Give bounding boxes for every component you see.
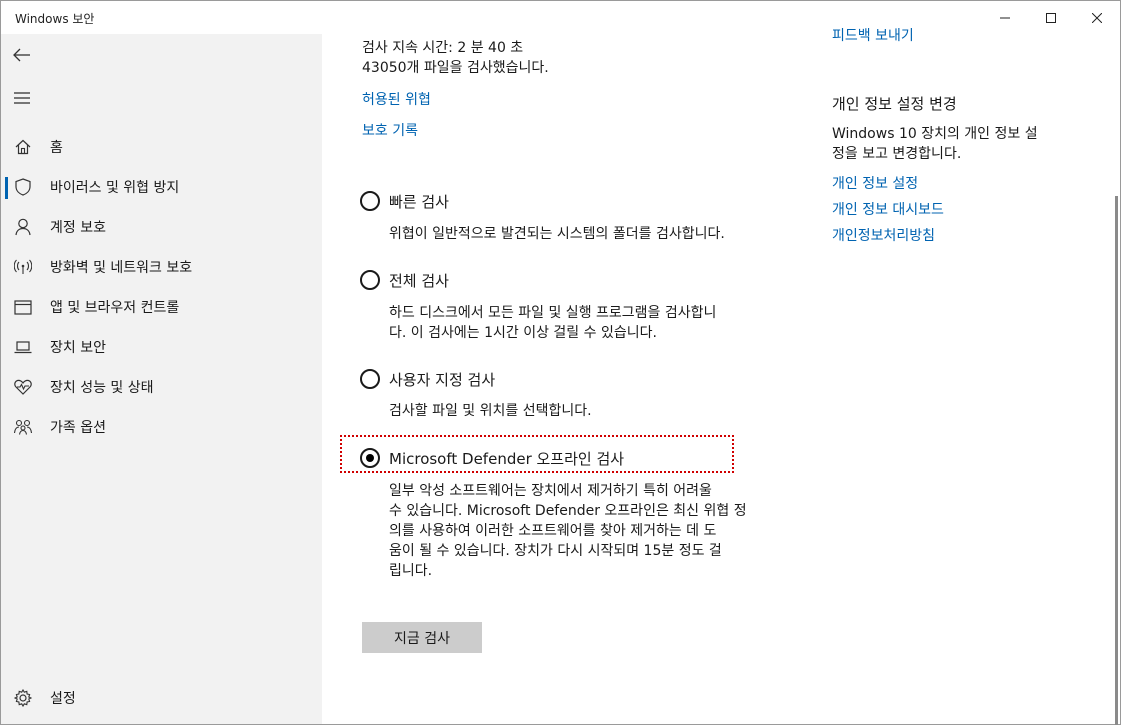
protection-history-link[interactable]: 보호 기록 (362, 120, 418, 140)
sidebar-item-app-browser-control[interactable]: 앱 및 브라우저 컨트롤 (1, 289, 322, 325)
browser-window-icon (13, 297, 33, 317)
sidebar-item-device-security[interactable]: 장치 보안 (1, 329, 322, 365)
sidebar-item-label: 방화벽 및 네트워크 보호 (50, 260, 193, 276)
scan-now-button[interactable]: 지금 검사 (362, 622, 482, 653)
family-icon (13, 417, 33, 437)
allowed-threats-link[interactable]: 허용된 위협 (362, 89, 431, 109)
windows-security-window: Windows 보안 홈 바이러스 및 위협 방지 계정 보호 방화벽 및 네트… (0, 0, 1121, 725)
offline-scan-description-line: 일부 악성 소프트웨어는 장치에서 제거하기 특히 어려울 (389, 483, 712, 499)
offline-scan-description-line: 의를 사용하여 이러한 소프트웨어를 찾아 제거하는 데 도 (389, 523, 717, 539)
heart-pulse-icon (13, 377, 33, 397)
offline-scan-option[interactable]: Microsoft Defender 오프라인 검사 (360, 446, 624, 470)
offline-scan-radio[interactable] (360, 448, 380, 468)
laptop-icon (13, 337, 33, 357)
sidebar-item-label: 바이러스 및 위협 방지 (50, 180, 180, 196)
back-arrow-icon (13, 48, 30, 62)
maximize-icon (1046, 12, 1056, 23)
feedback-link-clip: 피드백 보내기 (832, 22, 1102, 42)
custom-scan-label: 사용자 지정 검사 (389, 370, 496, 389)
sidebar-item-device-performance[interactable]: 장치 성능 및 상태 (1, 369, 322, 405)
sidebar-item-firewall[interactable]: 방화벽 및 네트워크 보호 (1, 249, 322, 285)
offline-scan-description-line: 수 있습니다. Microsoft Defender 오프라인은 최신 위협 정 (389, 503, 747, 519)
quick-scan-label: 빠른 검사 (389, 192, 449, 211)
files-scanned-text: 43050개 파일을 검사했습니다. (362, 60, 549, 76)
close-icon (1092, 12, 1102, 23)
home-icon (13, 137, 33, 157)
privacy-description-line: Windows 10 장치의 개인 정보 설 (832, 126, 1038, 142)
privacy-settings-link[interactable]: 개인 정보 설정 (832, 173, 918, 193)
gear-icon (13, 688, 33, 708)
custom-scan-option[interactable]: 사용자 지정 검사 (360, 367, 495, 391)
custom-scan-description: 검사할 파일 및 위치를 선택합니다. (389, 403, 592, 419)
offline-scan-label: Microsoft Defender 오프라인 검사 (389, 449, 625, 468)
offline-scan-description-line: 립니다. (389, 563, 433, 579)
minimize-icon (1000, 17, 1010, 18)
send-feedback-link[interactable]: 피드백 보내기 (832, 25, 914, 42)
sidebar-item-virus-protection[interactable]: 바이러스 및 위협 방지 (1, 169, 322, 205)
sidebar-item-family-options[interactable]: 가족 옵션 (1, 409, 322, 445)
quick-scan-radio[interactable] (360, 191, 380, 211)
scrollbar-thumb[interactable] (1115, 196, 1118, 725)
sidebar-item-label: 장치 보안 (50, 340, 106, 356)
full-scan-option[interactable]: 전체 검사 (360, 268, 449, 292)
offline-scan-description-line: 움이 될 수 있습니다. 장치가 다시 시작되며 15분 정도 걸 (389, 543, 722, 559)
back-button[interactable] (9, 42, 35, 68)
window-title: Windows 보안 (15, 12, 95, 26)
sidebar-item-label: 계정 보호 (50, 220, 106, 236)
full-scan-label: 전체 검사 (389, 271, 449, 290)
privacy-statement-link[interactable]: 개인정보처리방침 (832, 225, 935, 245)
full-scan-radio[interactable] (360, 270, 380, 290)
full-scan-description-line: 다. 이 검사에는 1시간 이상 걸릴 수 있습니다. (389, 325, 657, 341)
custom-scan-radio[interactable] (360, 369, 380, 389)
quick-scan-option[interactable]: 빠른 검사 (360, 189, 449, 213)
scan-duration-text: 검사 지속 시간: 2 분 40 초 (362, 40, 524, 56)
hamburger-menu-button[interactable] (9, 85, 35, 111)
shield-icon (13, 177, 33, 197)
hamburger-icon (14, 92, 30, 104)
sidebar-item-label: 설정 (50, 691, 76, 707)
privacy-dashboard-link[interactable]: 개인 정보 대시보드 (832, 199, 944, 219)
sidebar-item-settings[interactable]: 설정 (1, 680, 322, 716)
sidebar-item-label: 앱 및 브라우저 컨트롤 (50, 300, 180, 316)
person-icon (13, 217, 33, 237)
privacy-heading: 개인 정보 설정 변경 (832, 95, 957, 113)
sidebar-item-home[interactable]: 홈 (1, 129, 322, 165)
sidebar-item-label: 가족 옵션 (50, 420, 106, 436)
full-scan-description-line: 하드 디스크에서 모든 파일 및 실행 프로그램을 검사합니 (389, 305, 717, 321)
sidebar-item-label: 장치 성능 및 상태 (50, 380, 154, 396)
sidebar-item-label: 홈 (50, 140, 63, 156)
privacy-description-line: 정을 보고 변경합니다. (832, 146, 962, 162)
sidebar: 홈 바이러스 및 위협 방지 계정 보호 방화벽 및 네트워크 보호 앱 및 브 (1, 34, 322, 724)
sidebar-item-account-protection[interactable]: 계정 보호 (1, 209, 322, 245)
quick-scan-description: 위협이 일반적으로 발견되는 시스템의 폴더를 검사합니다. (389, 226, 725, 242)
vertical-scrollbar[interactable] (1112, 34, 1121, 725)
wireless-icon (13, 257, 33, 277)
